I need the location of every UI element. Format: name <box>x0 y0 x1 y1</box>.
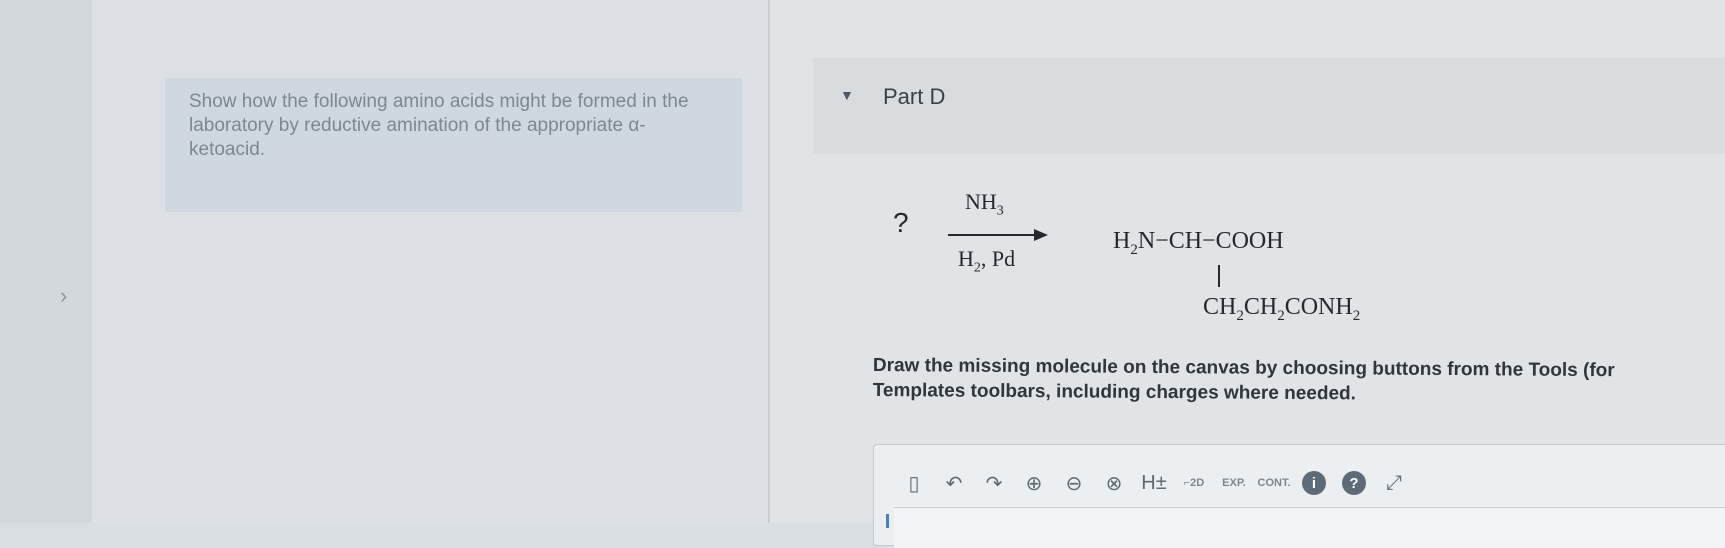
redo-icon[interactable]: ↷ <box>974 469 1014 497</box>
reagent-ammonia: NH3 <box>965 189 1004 219</box>
left-edge-strip: › <box>0 0 92 523</box>
editor-toolbar: ▯ ↶ ↷ ⊕ ⊖ ⊗ H± ⌐2D EXP. CONT. i ? ⤢ <box>894 469 1414 497</box>
product-side-chain: CH2CH2CONH2 <box>1203 294 1361 324</box>
missing-reactant: ? <box>893 207 909 238</box>
side-chain-bond <box>1218 265 1220 287</box>
contract-button[interactable]: CONT. <box>1254 469 1294 497</box>
part-header[interactable] <box>813 58 1725 154</box>
molecule-editor[interactable]: ▯ ↶ ↷ ⊕ ⊖ ⊗ H± ⌐2D EXP. CONT. i ? ⤢ <box>873 444 1725 548</box>
chevron-right-icon[interactable]: › <box>60 283 67 309</box>
product-backbone: H2N−CH−COOH <box>1113 228 1284 258</box>
zoom-in-icon[interactable]: ⊕ <box>1014 469 1054 497</box>
question-intro-box: Show how the following amino acids might… <box>165 78 742 212</box>
info-button[interactable]: i <box>1294 469 1334 497</box>
hydrogens-button[interactable]: H± <box>1134 469 1174 497</box>
reaction-scheme: ? NH3 H2, Pd H2N−CH−COOH CH2CH2CONH2 <box>880 180 1440 340</box>
reaction-arrow-icon <box>948 229 1048 241</box>
fullscreen-icon[interactable]: ⤢ <box>1374 469 1414 497</box>
instruction-text: Draw the missing molecule on the canvas … <box>873 353 1725 409</box>
reagent-hydrogen-palladium: H2, Pd <box>958 246 1016 276</box>
clear-icon[interactable]: ⊗ <box>1094 469 1134 497</box>
new-document-icon[interactable]: ▯ <box>894 469 934 497</box>
zoom-out-icon[interactable]: ⊖ <box>1054 469 1094 497</box>
expand-button[interactable]: EXP. <box>1214 469 1254 497</box>
2d-clean-icon[interactable]: ⌐2D <box>1174 469 1214 497</box>
collapse-caret-icon[interactable]: ▼ <box>840 87 854 103</box>
help-icon: ? <box>1342 471 1366 495</box>
info-icon: i <box>1302 471 1326 495</box>
question-intro-text: Show how the following amino acids might… <box>189 91 689 160</box>
canvas-selection-marker <box>886 514 923 528</box>
undo-icon[interactable]: ↶ <box>934 469 974 497</box>
part-title: Part D <box>883 84 946 109</box>
help-button[interactable]: ? <box>1334 469 1374 497</box>
drawing-canvas[interactable] <box>886 507 1725 548</box>
